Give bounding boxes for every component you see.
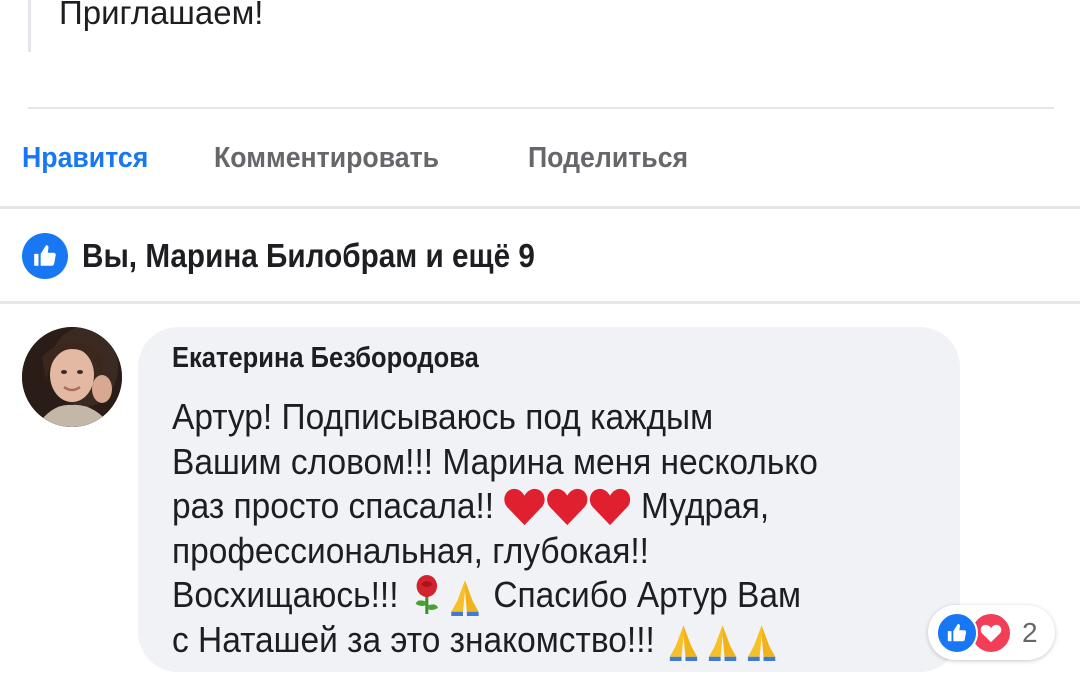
comment-line: раз просто спасала!! Мудрая, — [172, 484, 893, 529]
folded-hands-icon — [703, 619, 742, 661]
like-icon — [22, 233, 68, 279]
like-icon — [936, 611, 978, 654]
comment-line-text: Вашим словом!!! Марина меня несколько — [172, 440, 818, 482]
post-quote: Приглашаем! — [28, 0, 263, 52]
comment-reactions[interactable]: 2 — [928, 605, 1055, 660]
rose-icon — [408, 574, 445, 616]
heart-icon — [589, 485, 632, 527]
folded-hands-icon — [742, 619, 781, 661]
avatar[interactable] — [22, 327, 122, 427]
comment-line: Вашим словом!!! Марина меня несколько — [172, 440, 893, 485]
share-button[interactable]: Поделиться — [528, 136, 688, 180]
comment-line-text: Спасибо Артур Вам — [493, 574, 802, 615]
comment-author[interactable]: Екатерина Безбородова — [172, 342, 479, 375]
like-button[interactable]: Нравится — [22, 136, 199, 180]
likes-summary-text: Вы, Марина Билобрам и ещё 9 — [82, 237, 535, 274]
folded-hands-icon — [445, 574, 484, 617]
facebook-post-view: Приглашаем! Нравится Комментировать Поде… — [0, 0, 1080, 675]
post-text: Приглашаем! — [59, 0, 264, 31]
post-actions-bar: Нравится Комментировать Поделиться — [22, 136, 702, 180]
comment-line-text: раз просто спасала!! — [172, 485, 495, 526]
comment-line-text: с Наташей за это знакомство!!! — [172, 618, 655, 660]
heart-icon — [503, 485, 546, 527]
comment-line: Восхищаюсь!!! Спасибо Артур Вам — [172, 573, 893, 618]
comment-line: профессиональная, глубокая!! — [172, 529, 893, 574]
divider — [28, 107, 1054, 109]
reaction-count: 2 — [1022, 616, 1038, 648]
heart-icon — [546, 485, 589, 527]
comment-line: Артур! Подписываюсь под каждым — [172, 395, 893, 440]
comment-line-text: Артур! Подписываюсь под каждым — [172, 396, 714, 437]
comment-button[interactable]: Комментировать — [214, 136, 503, 180]
comment-line-text: Восхищаюсь!!! — [172, 574, 399, 615]
folded-hands-icon — [664, 619, 703, 661]
comment-line-text: Мудрая, — [641, 485, 770, 526]
section-separator — [0, 301, 1080, 304]
comment-line-text: профессиональная, глубокая!! — [172, 529, 649, 571]
section-separator — [0, 206, 1080, 209]
comment-line: с Наташей за это знакомство!!! — [172, 618, 893, 663]
likes-summary[interactable]: Вы, Марина Билобрам и ещё 9 — [22, 232, 585, 280]
comment-text: Артур! Подписываюсь под каждым Вашим сло… — [172, 395, 947, 662]
